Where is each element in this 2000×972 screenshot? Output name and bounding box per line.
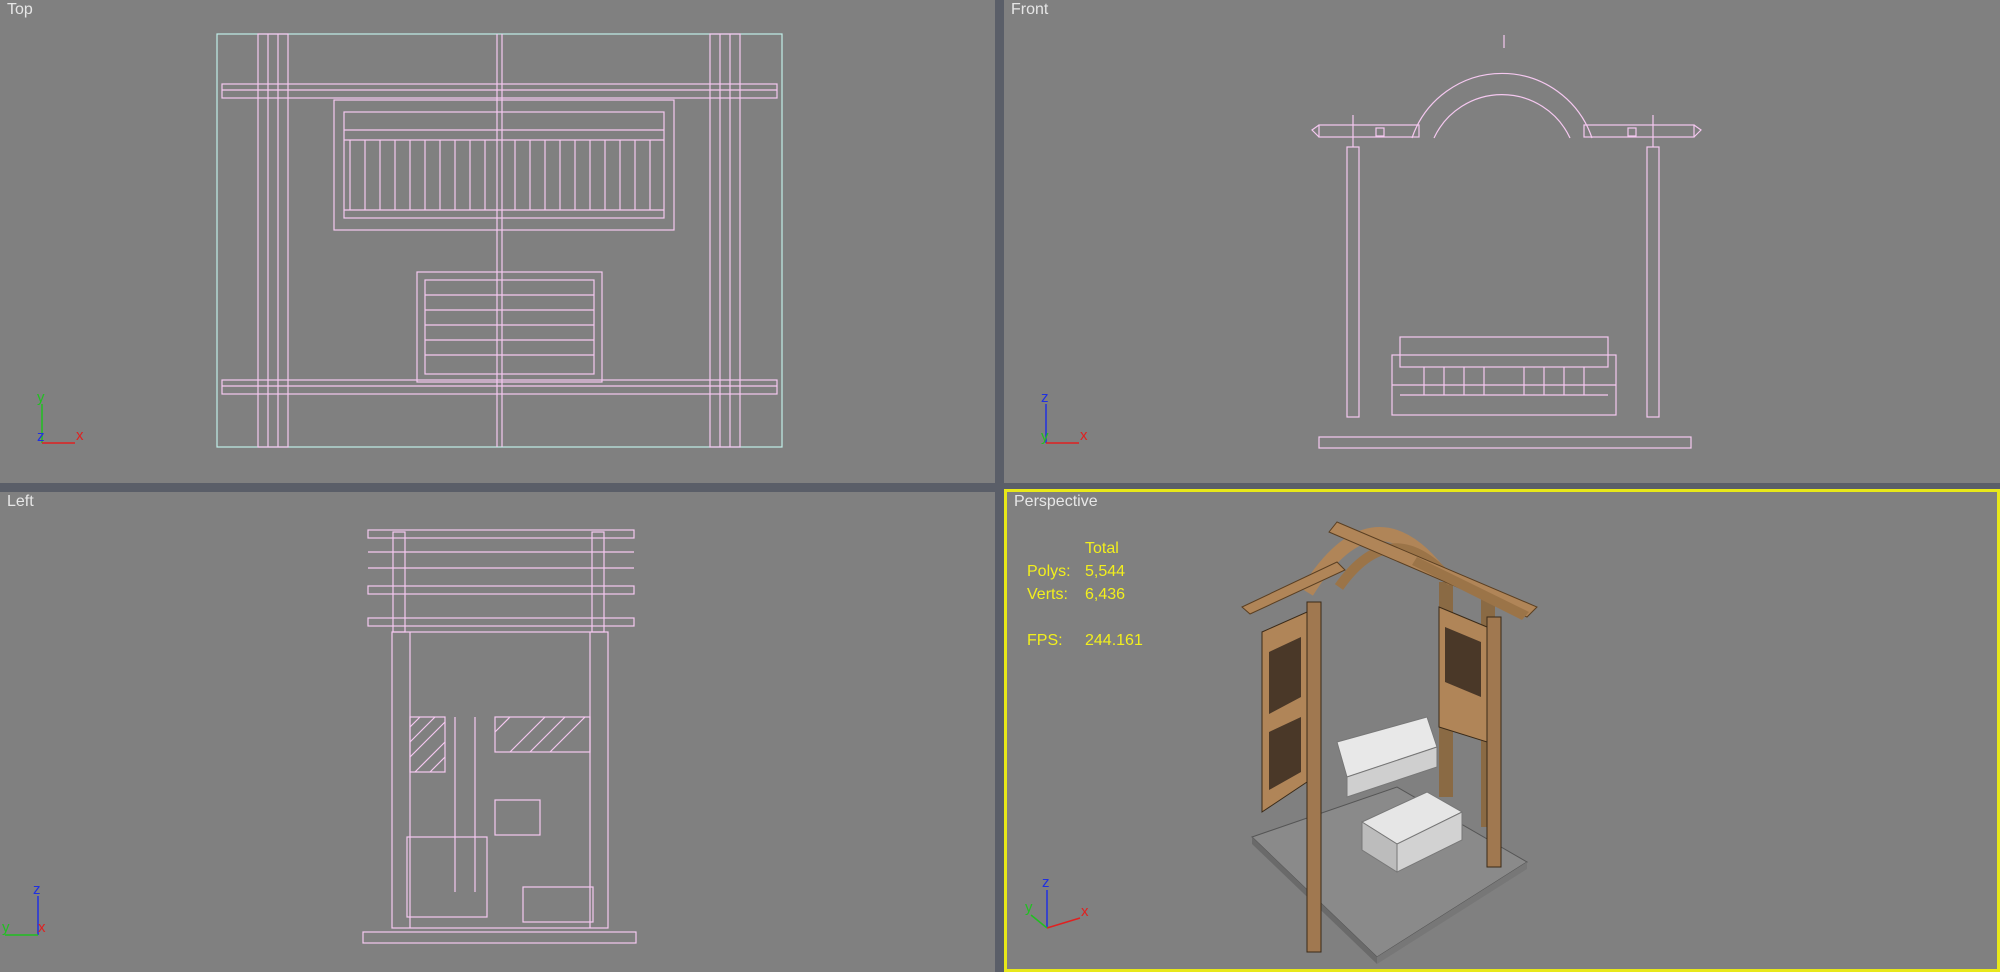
viewport-top[interactable]: Top y x z xyxy=(0,0,995,483)
axis-label-z: z xyxy=(37,428,45,445)
viewport-perspective[interactable]: Perspective Total Polys: 5,544 Verts: 6,… xyxy=(1004,489,2000,972)
axis-label-y: y xyxy=(1041,428,1049,445)
axis-tripod-left: z x y xyxy=(2,882,46,936)
axis-tripod-top: y x z xyxy=(37,390,84,445)
perspective-shaded-model[interactable] xyxy=(1007,492,1997,969)
axis-label-x: x xyxy=(1080,427,1088,444)
viewport-front[interactable]: Front z x y xyxy=(1004,0,2000,483)
axis-label-y: y xyxy=(2,919,10,936)
axis-label-y: y xyxy=(37,390,45,406)
axis-label-y: y xyxy=(1025,899,1033,916)
axis-label-x: x xyxy=(38,919,46,936)
axis-label-z: z xyxy=(1041,390,1049,406)
axis-label-x: x xyxy=(1081,903,1089,920)
axis-tripod-front: z x y xyxy=(1041,390,1088,445)
axis-label-x: x xyxy=(76,427,84,444)
top-wireframe-model[interactable] xyxy=(0,0,995,483)
viewport-left[interactable]: Left z x y xyxy=(0,492,995,972)
front-wireframe-model[interactable] xyxy=(1004,0,2000,483)
axis-label-z: z xyxy=(33,882,41,898)
left-wireframe-model[interactable] xyxy=(0,492,995,972)
axis-label-z: z xyxy=(1042,874,1050,891)
axis-tripod-perspective: z x y xyxy=(1025,874,1089,929)
